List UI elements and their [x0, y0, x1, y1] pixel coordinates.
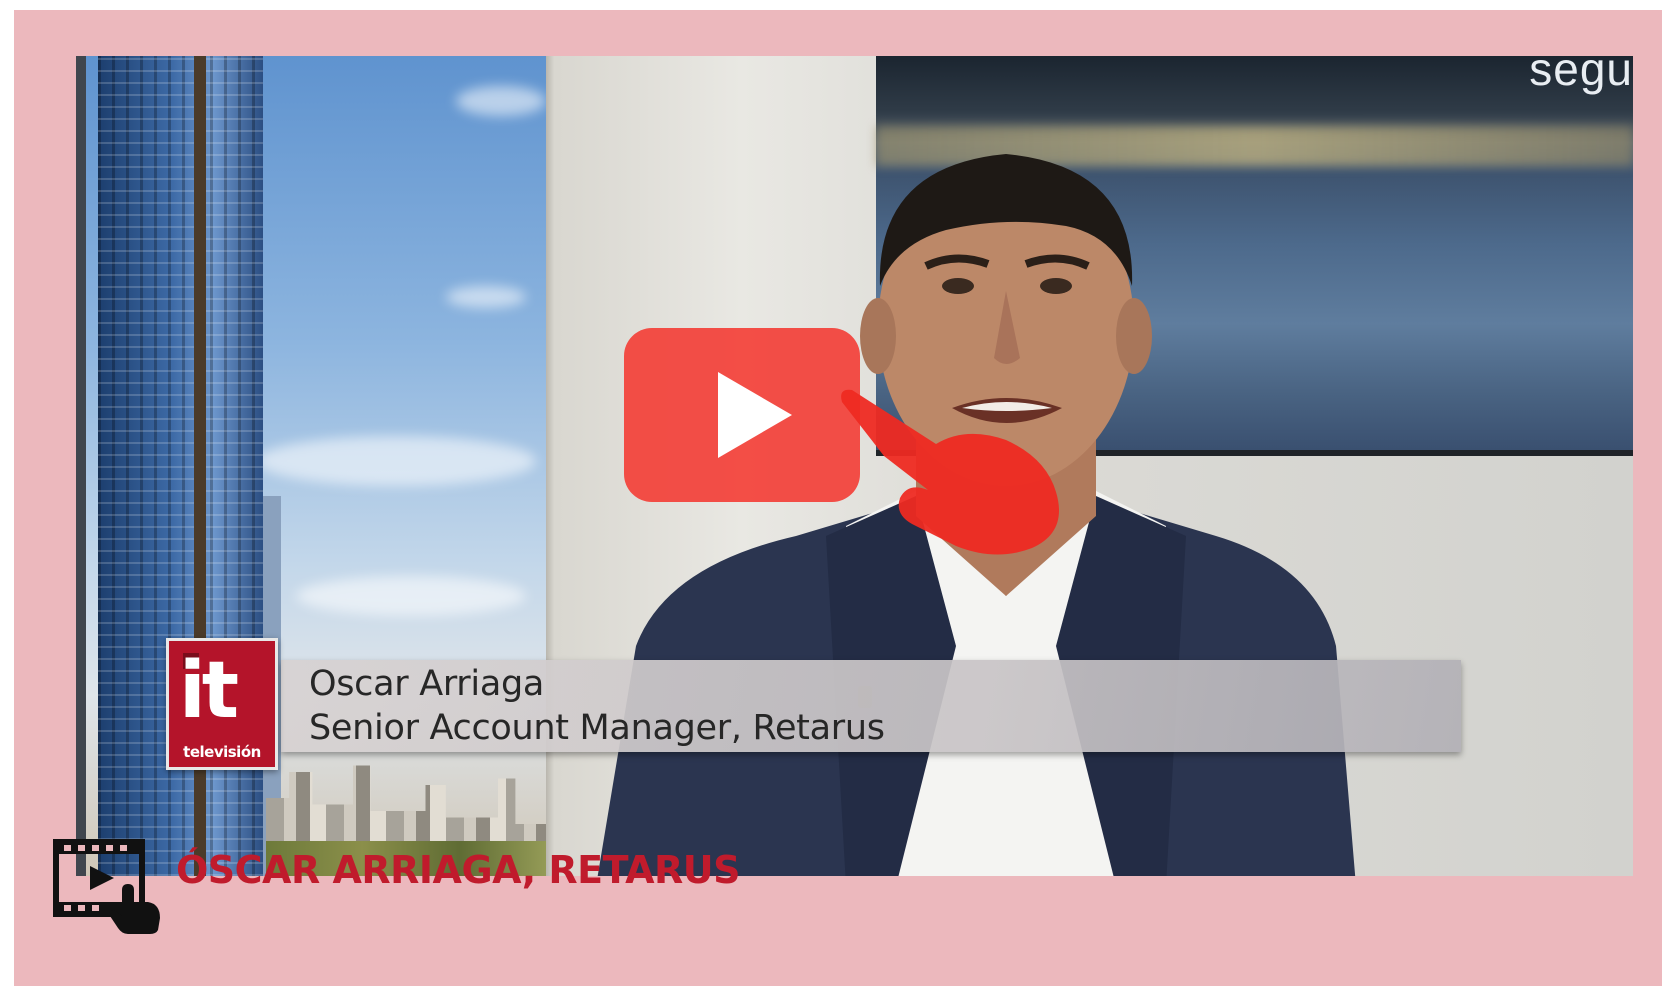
video-play-icon: [53, 839, 160, 934]
play-icon: [718, 372, 792, 458]
video-title-link[interactable]: ÓSCAR ARRIAGA, RETARUS: [176, 848, 741, 892]
it-television-logo: it televisión: [166, 638, 278, 770]
hand-pointer-icon: [841, 389, 1059, 555]
video-card: segu Oscar Arriaga Senior Account Manage…: [14, 10, 1662, 986]
play-button[interactable]: [624, 328, 860, 502]
screen-text: segu: [1529, 56, 1633, 95]
video-player[interactable]: segu Oscar Arriaga Senior Account Manage…: [76, 56, 1633, 876]
lower-third: Oscar Arriaga Senior Account Manager, Re…: [281, 660, 1461, 752]
window-frame: [76, 56, 86, 876]
speaker-role: Senior Account Manager, Retarus: [309, 708, 885, 748]
speaker-name: Oscar Arriaga: [309, 664, 545, 704]
